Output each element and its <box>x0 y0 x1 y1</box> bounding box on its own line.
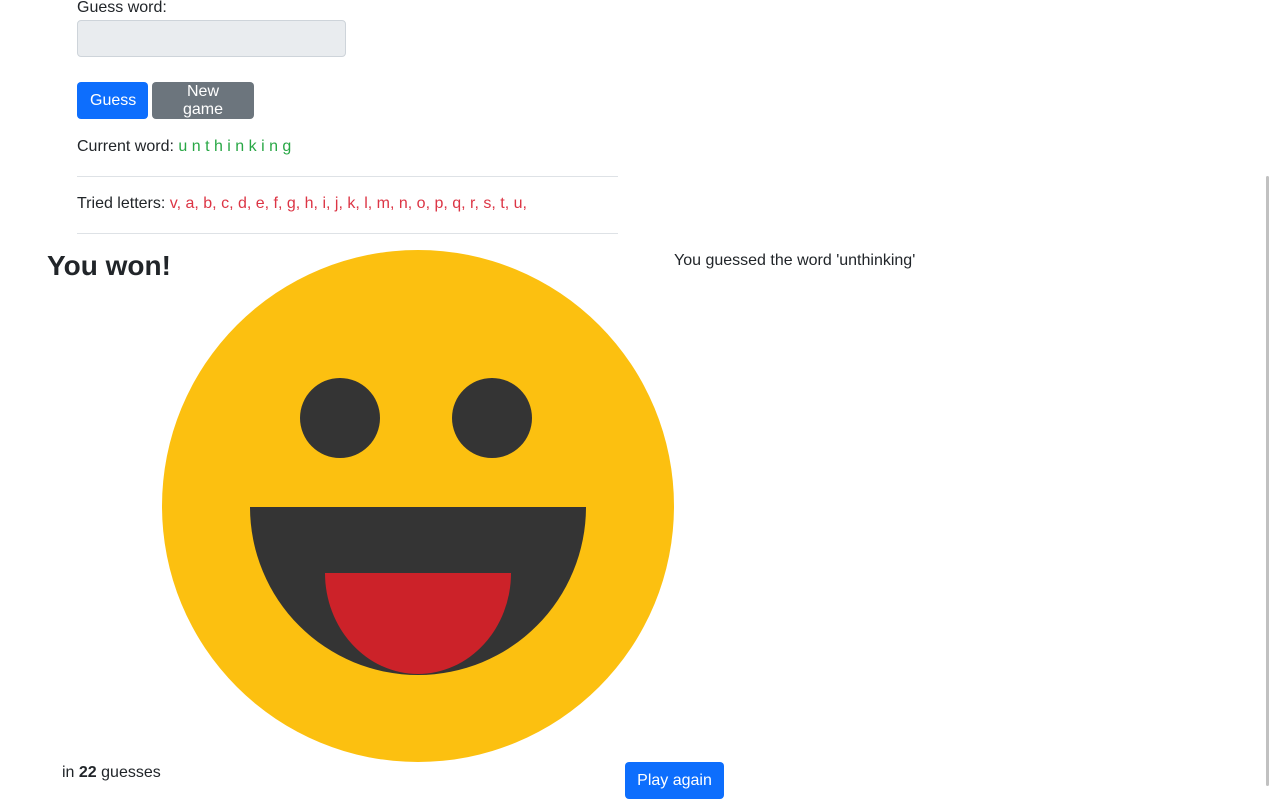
guess-count-prefix: in <box>62 764 75 781</box>
guess-count-text: in 22 guesses <box>62 762 161 784</box>
current-word-row: Current word: u n t h i n k i n g <box>77 136 291 158</box>
grinning-face-icon <box>162 250 674 762</box>
hangman-page: Guess word: Guess New game Current word:… <box>0 0 1269 799</box>
current-word-letters: u n t h i n k i n g <box>178 138 292 155</box>
guess-button[interactable]: Guess <box>77 82 148 119</box>
guessed-word-message: You guessed the word 'unthinking' <box>674 252 916 269</box>
tried-letters-row: Tried letters: v, a, b, c, d, e, f, g, h… <box>77 193 527 215</box>
current-word-label: Current word: <box>77 138 174 155</box>
right-eye <box>452 378 532 458</box>
play-again-button[interactable]: Play again <box>625 762 724 799</box>
new-game-button[interactable]: New game <box>152 82 254 119</box>
tried-letters-label: Tried letters: <box>77 195 166 212</box>
left-eye <box>300 378 380 458</box>
result-title: You won! <box>47 250 171 281</box>
guess-word-label: Guess word: <box>77 0 167 16</box>
guess-word-input[interactable] <box>77 20 346 57</box>
guess-count-suffix: guesses <box>101 764 161 781</box>
divider <box>77 176 618 177</box>
tried-letters-list: v, a, b, c, d, e, f, g, h, i, j, k, l, m… <box>169 195 527 212</box>
divider <box>77 233 618 234</box>
guess-count-value: 22 <box>78 764 97 781</box>
face-circle <box>162 250 674 762</box>
